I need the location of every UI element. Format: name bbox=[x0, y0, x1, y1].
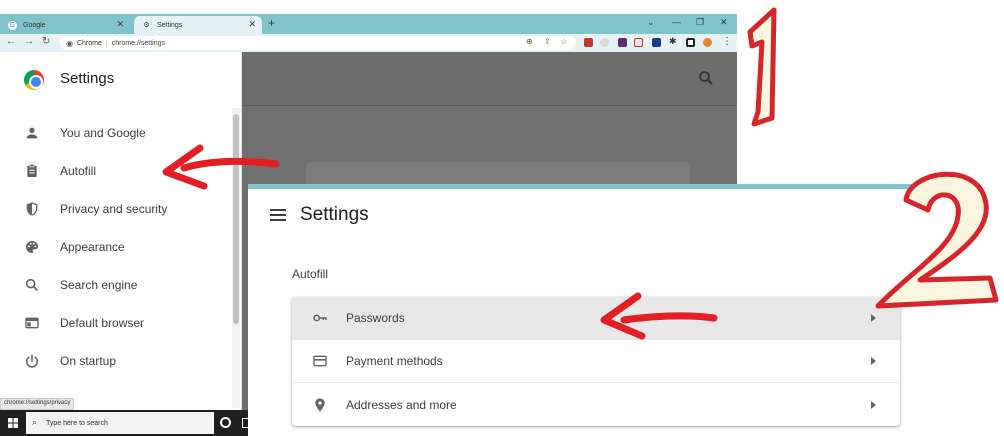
chevron-right-icon bbox=[871, 400, 876, 409]
row-payment-methods[interactable]: Payment methods bbox=[292, 340, 900, 383]
extension-icon[interactable] bbox=[618, 38, 627, 47]
forward-icon[interactable]: → bbox=[24, 36, 34, 47]
taskbar-search-placeholder: Type here to search bbox=[46, 419, 108, 427]
zoom-icon[interactable]: ⊕ bbox=[526, 37, 533, 46]
tab-label: Google bbox=[23, 21, 46, 29]
side-panel-icon[interactable] bbox=[686, 38, 695, 47]
sidebar-item-you-and-google[interactable]: You and Google bbox=[0, 114, 232, 152]
tab-label: Settings bbox=[157, 21, 183, 29]
tab-search-chevron-icon[interactable]: ⌄ bbox=[647, 17, 655, 28]
tab-google[interactable]: G Google ✕ bbox=[0, 16, 130, 34]
address-bar[interactable]: ◉ Chrome | chrome://settings ⊕ ⇪ ☆ bbox=[60, 36, 576, 50]
tab-settings[interactable]: ⚙ Settings ✕ bbox=[134, 16, 262, 34]
sidebar-scrollbar[interactable] bbox=[232, 108, 240, 408]
puzzle-extensions-icon[interactable]: ✱ bbox=[669, 36, 677, 47]
chevron-right-icon bbox=[871, 357, 876, 365]
browser-window-icon bbox=[25, 317, 39, 329]
minimize-icon[interactable]: — bbox=[672, 17, 681, 27]
hamburger-menu-icon[interactable] bbox=[270, 209, 286, 221]
url-text: chrome://settings bbox=[111, 39, 166, 47]
tab-strip: G Google ✕ ⚙ Settings ✕ + ⌄ — ❐ ✕ bbox=[0, 14, 737, 34]
sidebar-item-label: You and Google bbox=[60, 126, 146, 140]
status-url-bubble: chrome://settings/privacy bbox=[0, 398, 75, 410]
sidebar-item-label: Search engine bbox=[60, 278, 138, 292]
row-label: Payment methods bbox=[346, 354, 443, 368]
extension-icon[interactable] bbox=[652, 38, 661, 47]
close-tab-icon[interactable]: ✕ bbox=[116, 19, 124, 30]
bookmark-star-icon[interactable]: ☆ bbox=[560, 37, 567, 46]
site-label: Chrome bbox=[76, 39, 102, 47]
sidebar-item-label: Appearance bbox=[60, 240, 125, 254]
key-icon bbox=[313, 314, 327, 322]
sidebar-title: Settings bbox=[60, 70, 115, 87]
sidebar-item-label: Default browser bbox=[60, 316, 145, 330]
search-icon bbox=[25, 278, 38, 291]
sidebar-item-label: Autofill bbox=[60, 164, 97, 178]
settings-sidebar: Settings You and Google Autofill Privacy… bbox=[0, 52, 242, 410]
close-window-icon[interactable]: ✕ bbox=[720, 17, 728, 28]
row-label: Passwords bbox=[346, 311, 405, 325]
new-tab-button[interactable]: + bbox=[268, 16, 275, 30]
browser-toolbar: ← → ↻ ◉ Chrome | chrome://settings ⊕ ⇪ ☆… bbox=[0, 34, 737, 52]
extension-icon[interactable] bbox=[584, 38, 593, 47]
more-menu-icon[interactable]: ⋮ bbox=[722, 36, 732, 47]
sidebar-item-autofill[interactable]: Autofill bbox=[0, 152, 232, 190]
sidebar-item-default-browser[interactable]: Default browser bbox=[0, 304, 232, 342]
close-tab-icon[interactable]: ✕ bbox=[248, 19, 256, 30]
panel-title: Settings bbox=[300, 204, 369, 225]
sidebar-item-label: Privacy and security bbox=[60, 202, 168, 216]
person-icon bbox=[26, 127, 38, 139]
row-addresses[interactable]: Addresses and more bbox=[292, 383, 900, 426]
sidebar-item-privacy[interactable]: Privacy and security bbox=[0, 190, 232, 228]
composite-image: G Google ✕ ⚙ Settings ✕ + ⌄ — ❐ ✕ ← → ↻ … bbox=[0, 0, 1004, 436]
address-divider: | bbox=[105, 39, 108, 47]
shield-icon bbox=[26, 202, 38, 216]
row-passwords[interactable]: Passwords bbox=[292, 297, 900, 340]
panel-top-strip bbox=[248, 184, 950, 189]
section-heading: Autofill bbox=[292, 267, 329, 281]
sidebar-item-on-startup[interactable]: On startup bbox=[0, 342, 232, 380]
settings-header-dimmed bbox=[242, 52, 737, 106]
search-icon[interactable] bbox=[697, 69, 715, 87]
reload-icon[interactable]: ↻ bbox=[42, 36, 50, 47]
palette-icon bbox=[25, 241, 38, 253]
share-icon[interactable]: ⇪ bbox=[544, 37, 551, 46]
search-icon: ⌕ bbox=[32, 417, 38, 427]
extension-icon[interactable] bbox=[634, 38, 643, 47]
autofill-panel-screenshot: Settings Autofill Passwords Payment meth… bbox=[248, 184, 950, 436]
back-icon[interactable]: ← bbox=[6, 36, 16, 47]
autofill-card: Passwords Payment methods Addresses and … bbox=[292, 297, 900, 426]
cortana-icon[interactable] bbox=[220, 417, 231, 428]
chevron-right-icon bbox=[871, 314, 876, 322]
taskbar-search-box[interactable]: ⌕ Type here to search bbox=[26, 412, 214, 434]
chrome-site-icon: ◉ bbox=[66, 38, 73, 48]
extension-icon[interactable] bbox=[600, 38, 609, 47]
profile-avatar[interactable] bbox=[703, 38, 712, 47]
location-pin-icon bbox=[315, 397, 325, 412]
credit-card-icon bbox=[313, 355, 327, 367]
maximize-icon[interactable]: ❐ bbox=[696, 17, 704, 28]
power-icon bbox=[26, 354, 38, 368]
scrollbar-thumb[interactable] bbox=[233, 114, 239, 324]
chrome-logo-icon bbox=[24, 70, 44, 90]
gear-icon: ⚙ bbox=[143, 21, 150, 29]
windows-start-icon[interactable] bbox=[8, 418, 18, 428]
step-one-numeral bbox=[747, 7, 777, 127]
row-label: Addresses and more bbox=[346, 397, 457, 412]
sidebar-item-label: On startup bbox=[60, 354, 117, 368]
sidebar-item-search-engine[interactable]: Search engine bbox=[0, 266, 232, 304]
sidebar-item-appearance[interactable]: Appearance bbox=[0, 228, 232, 266]
clipboard-icon bbox=[27, 164, 37, 177]
google-favicon-icon: G bbox=[8, 20, 17, 30]
